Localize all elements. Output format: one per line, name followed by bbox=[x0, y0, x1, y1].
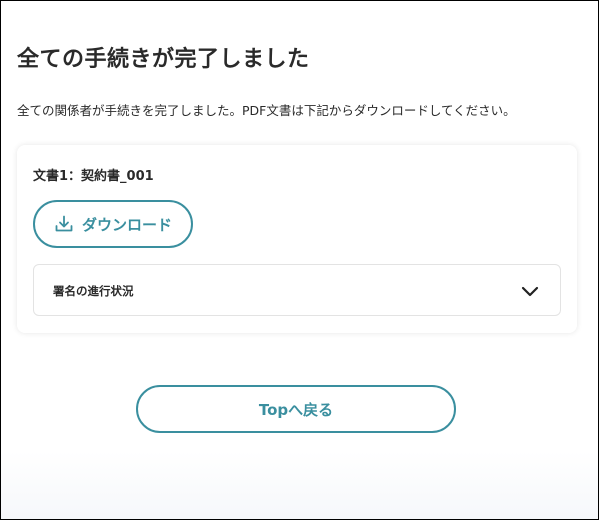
back-to-top-label: Topへ戻る bbox=[258, 400, 334, 419]
footer-background bbox=[1, 451, 598, 519]
document-card: 文書1：契約書_001 ダウンロード 署名の進行状況 bbox=[17, 145, 577, 333]
signature-progress-accordion[interactable]: 署名の進行状況 bbox=[33, 264, 561, 316]
back-to-top-button[interactable]: Topへ戻る bbox=[136, 385, 456, 433]
chevron-down-icon bbox=[520, 281, 540, 301]
document-name: 文書1：契約書_001 bbox=[33, 169, 154, 184]
page-title: 全ての手続きが完了しました bbox=[17, 47, 310, 72]
accordion-label: 署名の進行状況 bbox=[53, 284, 134, 298]
download-icon bbox=[54, 214, 74, 234]
download-label: ダウンロード bbox=[81, 215, 172, 234]
page-container: 全ての手続きが完了しました 全ての関係者が手続きを完了しました。PDF文書は下記… bbox=[1, 1, 598, 519]
completion-description: 全ての関係者が手続きを完了しました。PDF文書は下記からダウンロードしてください… bbox=[17, 103, 516, 118]
download-button[interactable]: ダウンロード bbox=[33, 200, 193, 248]
